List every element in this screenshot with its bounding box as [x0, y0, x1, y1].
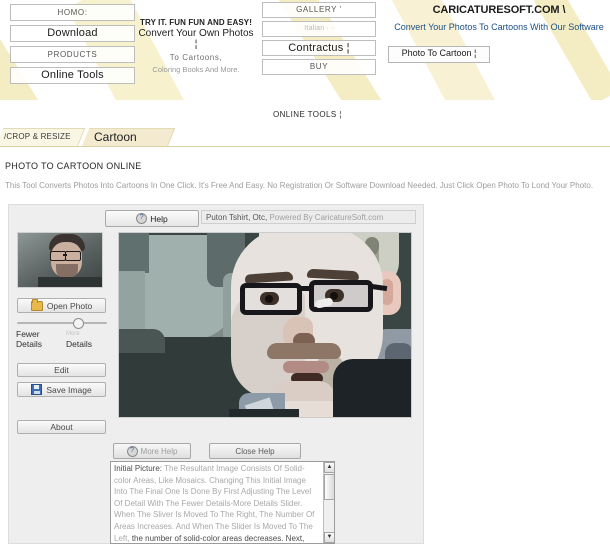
floppy-disk-icon: [31, 384, 43, 395]
slider-fewer-line1: Fewer: [16, 329, 40, 339]
edit-button[interactable]: Edit: [17, 363, 106, 377]
slider-fewer-line2: Details: [16, 339, 42, 349]
nav-item-contact-us[interactable]: Contractus ¦: [262, 40, 376, 56]
tab-cartoon[interactable]: Cartoon: [82, 128, 176, 146]
thumb-glasses-right: [65, 251, 81, 261]
nav-item-online-tools[interactable]: Online Tools: [10, 67, 135, 84]
online-tools-breadcrumb: ONLINE TOOLS ¦: [273, 110, 342, 119]
primary-nav-left: HOMO: Download PRODUCTS Online Tools: [10, 4, 135, 88]
tab-crop-and-resize[interactable]: /CROP & RESIZE: [0, 128, 86, 146]
portrait-mustache: [267, 343, 341, 359]
source-photo-thumbnail[interactable]: [17, 232, 103, 288]
brand-block: CARICATURESOFT.COM \ Convert Your Photos…: [392, 4, 606, 32]
promo-line-4: Coloring Books And More.: [152, 65, 240, 74]
folder-open-icon: [30, 298, 43, 311]
nav-item-download[interactable]: Download: [10, 25, 135, 42]
scroll-up-arrow-icon[interactable]: ▲: [324, 462, 334, 473]
thumb-body: [38, 277, 102, 287]
cartoon-preview-canvas[interactable]: [118, 232, 412, 418]
slider-more-line2: Details: [66, 339, 92, 349]
help-text-content: Initial Picture: The Resultant Image Con…: [114, 463, 319, 543]
scroll-down-arrow-icon[interactable]: ▼: [324, 532, 334, 543]
help-circle-icon: ?: [126, 445, 138, 457]
canvas-bg-shape: [119, 329, 165, 353]
thumb-glasses-bridge: [63, 254, 67, 256]
tab-crop-label: /CROP & RESIZE: [4, 132, 71, 141]
powered-by-field[interactable]: Puton Tshirt, Otc, Powered By Caricature…: [201, 210, 416, 224]
help-scrollbar[interactable]: ▲ ▼: [323, 462, 334, 543]
edit-label: Edit: [54, 365, 69, 375]
portrait-pupil-left: [265, 295, 273, 303]
about-label: About: [50, 422, 73, 432]
canvas-bg-shape: [119, 271, 145, 333]
nav-item-italian[interactable]: Italian · ·: [262, 21, 376, 37]
slider-track: [17, 322, 107, 324]
slider-label-fewer: Fewer Details: [16, 329, 56, 349]
promo-line-1: TRY IT. FUN FUN AND EASY!: [140, 18, 252, 27]
open-photo-button[interactable]: Open Photo: [17, 298, 106, 313]
promo-line-3: To Cartoons,: [169, 53, 223, 62]
detail-level-slider[interactable]: [17, 318, 107, 329]
help-first-line: Initial Picture:: [114, 464, 163, 473]
nav-item-gallery[interactable]: GALLERY ': [262, 2, 376, 18]
slider-label-more: More Details: [66, 329, 110, 349]
portrait-shoulder-left: [229, 409, 299, 417]
nav-item-home[interactable]: HOMO:: [10, 4, 135, 21]
primary-nav-right: GALLERY ' Italian · · Contractus ¦ BUY: [262, 2, 376, 78]
more-help-label: More Help: [140, 446, 178, 456]
photo-to-cartoon-button[interactable]: Photo To Cartoon ¦: [388, 46, 490, 63]
brand-title: CARICATURESOFT.COM \: [432, 4, 566, 16]
about-button[interactable]: About: [17, 420, 106, 434]
help-button[interactable]: ? Help: [105, 210, 199, 227]
page-description: This Tool Converts Photos Into Cartoons …: [5, 181, 594, 190]
close-help-button[interactable]: Close Help: [209, 443, 301, 459]
thumb-glasses-left: [50, 251, 66, 261]
nav-item-buy[interactable]: BUY: [262, 59, 376, 75]
tab-cartoon-label: Cartoon: [94, 130, 137, 144]
open-photo-label: Open Photo: [46, 300, 93, 311]
save-image-label: Save Image: [46, 384, 92, 395]
more-help-button[interactable]: ? More Help: [113, 443, 191, 459]
promo-text-block: TRY IT. FUN FUN AND EASY! Convert Your O…: [136, 18, 256, 74]
slider-more-line1: More: [66, 331, 80, 337]
page-title: PHOTO TO CARTOON ONLINE: [5, 161, 142, 171]
powered-by-text: Powered By CaricatureSoft.com: [269, 213, 384, 222]
help-last-line: the number of solid-color areas decrease…: [131, 533, 305, 543]
portrait-upper-lip: [283, 361, 329, 373]
scrollbar-thumb[interactable]: [324, 474, 334, 500]
close-help-label: Close Help: [235, 446, 275, 456]
help-circle-icon: ?: [136, 213, 148, 224]
slider-thumb[interactable]: [73, 318, 84, 329]
portrait-glasses-bridge: [301, 286, 311, 291]
site-header: HOMO: Download PRODUCTS Online Tools TRY…: [0, 0, 610, 100]
canvas-bg-shape: [119, 233, 149, 273]
help-button-label: Help: [150, 213, 168, 224]
puton-tshirt-text: Puton Tshirt, Otc,: [206, 213, 268, 222]
nav-item-products[interactable]: PRODUCTS: [10, 46, 135, 63]
save-image-button[interactable]: Save Image: [17, 382, 106, 397]
brand-tagline: Convert Your Photos To Cartoons With Our…: [394, 22, 604, 32]
tab-bar: /CROP & RESIZE Cartoon: [0, 128, 610, 147]
help-text-panel[interactable]: Initial Picture: The Resultant Image Con…: [110, 461, 335, 544]
portrait-shoulder-right-dark: [333, 359, 411, 417]
promo-line-2: Convert Your Own Photos ¦: [138, 28, 254, 50]
